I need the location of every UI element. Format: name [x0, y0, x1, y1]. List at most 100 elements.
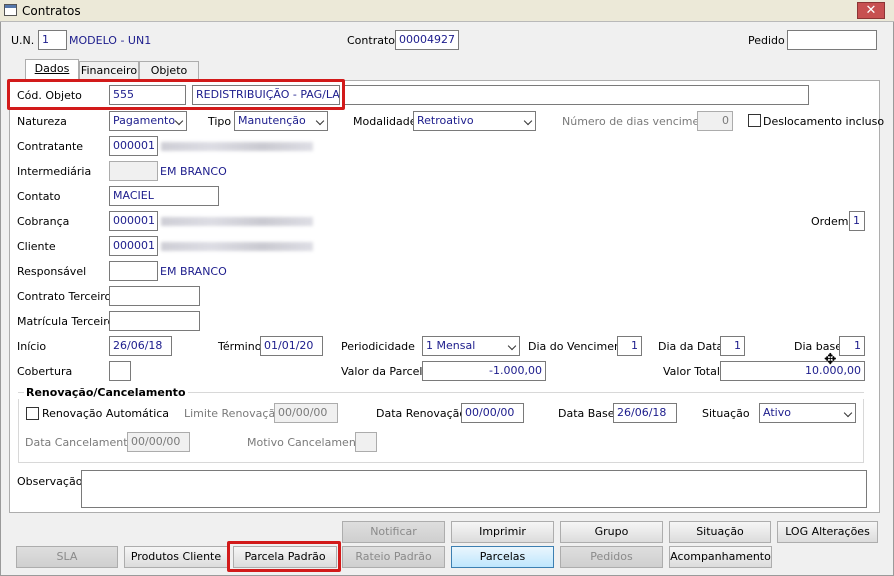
- dia-data-input[interactable]: 1: [720, 336, 745, 356]
- dias-vencimento-label: Número de dias vencimento: [562, 115, 718, 128]
- cobranca-name-redacted: [161, 217, 313, 226]
- dias-vencimento-input: 0: [697, 111, 733, 131]
- chevron-down-icon: [174, 116, 184, 126]
- natureza-label: Natureza: [17, 115, 67, 128]
- title-bar: Contratos ✕: [0, 0, 894, 22]
- responsavel-label: Responsável: [17, 265, 87, 278]
- sla-button[interactable]: SLA: [16, 546, 118, 568]
- dia-vencimento-input[interactable]: 1: [617, 336, 642, 356]
- periodicidade-label: Periodicidade: [341, 340, 415, 353]
- valor-total-input[interactable]: 10.000,00: [720, 361, 865, 381]
- situacao-financeira-button[interactable]: Situação Financeira: [669, 521, 771, 557]
- chevron-down-icon: [507, 341, 517, 351]
- intermediaria-code-input[interactable]: [109, 161, 158, 181]
- produtos-cliente-button[interactable]: Produtos Cliente: [124, 546, 228, 568]
- renovacao-automatica-checkbox[interactable]: [26, 407, 39, 420]
- tipo-select[interactable]: Manutenção: [234, 111, 328, 131]
- ordem-input[interactable]: 1: [849, 211, 865, 231]
- motivo-cancelamento-label: Motivo Cancelamento: [247, 436, 367, 449]
- pedidos-button[interactable]: Pedidos: [560, 546, 663, 568]
- situacao-select[interactable]: Ativo: [759, 403, 856, 423]
- situacao-value: Ativo: [763, 406, 791, 419]
- objeto-extra-field[interactable]: [342, 85, 809, 105]
- periodicidade-value: 1 Mensal: [426, 339, 476, 352]
- highlight-cod-objeto: [7, 79, 345, 110]
- termino-label: Término: [218, 340, 262, 353]
- contrato-terceiro-input[interactable]: [109, 286, 200, 306]
- cobranca-label: Cobrança: [17, 215, 70, 228]
- un-input[interactable]: 1: [38, 30, 67, 50]
- periodicidade-select[interactable]: 1 Mensal: [422, 336, 520, 356]
- termino-input[interactable]: 01/01/20: [260, 336, 323, 356]
- un-name: MODELO - UN1: [69, 34, 152, 47]
- intermediaria-label: Intermediária: [17, 165, 92, 178]
- deslocamento-label: Deslocamento incluso: [763, 115, 885, 128]
- cliente-label: Cliente: [17, 240, 56, 253]
- close-button[interactable]: ✕: [857, 2, 885, 19]
- move-cursor-icon: ✥: [824, 350, 837, 368]
- valor-parcela-input[interactable]: -1.000,00: [422, 361, 546, 381]
- renovacao-title: Renovação/Cancelamento: [24, 386, 188, 400]
- deslocamento-checkbox[interactable]: [748, 114, 761, 127]
- cliente-name-redacted: [161, 242, 313, 251]
- pedido-label: Pedido: [748, 34, 785, 47]
- limite-renovacao-label: Limite Renovação: [184, 407, 282, 420]
- modalidade-label: Modalidade: [353, 115, 417, 128]
- observacao-label: Observação: [17, 475, 83, 488]
- parcelas-button[interactable]: Parcelas: [451, 546, 554, 568]
- contratante-name-redacted: [161, 142, 313, 151]
- renovacao-automatica-label: Renovação Automática: [42, 407, 170, 420]
- observacao-textarea[interactable]: [81, 470, 867, 508]
- acompanhamento-button[interactable]: Acompanhamento: [669, 546, 772, 568]
- cobertura-input[interactable]: [109, 361, 131, 381]
- pedido-input[interactable]: [787, 30, 877, 50]
- tab-dados[interactable]: Dados: [25, 59, 79, 81]
- intermediaria-name: EM BRANCO: [160, 165, 227, 178]
- modalidade-value: Retroativo: [417, 114, 474, 127]
- contrato-label: Contrato: [347, 34, 396, 47]
- ordem-label: Ordem: [811, 215, 849, 228]
- chevron-down-icon: [843, 408, 853, 418]
- dia-base-input[interactable]: 1: [839, 336, 865, 356]
- modalidade-select[interactable]: Retroativo: [413, 111, 536, 131]
- valor-parcela-label: Valor da Parcela: [341, 365, 430, 378]
- highlight-parcela-padrao: [227, 541, 341, 572]
- data-renovacao-label: Data Renovação: [376, 407, 467, 420]
- contratante-code-input[interactable]: 000001: [109, 136, 158, 156]
- data-base-label: Data Base: [558, 407, 615, 420]
- data-base-input[interactable]: 26/06/18: [613, 403, 677, 423]
- natureza-value: Pagamento: [113, 114, 176, 127]
- natureza-select[interactable]: Pagamento: [109, 111, 187, 131]
- situacao-label: Situação: [702, 407, 750, 420]
- tipo-value: Manutenção: [238, 114, 306, 127]
- grupo-button[interactable]: Grupo: [560, 521, 663, 543]
- notificar-button[interactable]: Notificar: [342, 521, 445, 543]
- data-cancelamento-label: Data Cancelamento: [25, 436, 135, 449]
- chevron-down-icon: [315, 116, 325, 126]
- responsavel-name: EM BRANCO: [160, 265, 227, 278]
- contrato-terceiro-label: Contrato Terceiro: [17, 290, 112, 303]
- cliente-code-input[interactable]: 000001: [109, 236, 158, 256]
- contratante-label: Contratante: [17, 140, 84, 153]
- matricula-terceiro-label: Matrícula Terceiro: [17, 315, 115, 328]
- data-cancelamento-input: 00/00/00: [127, 432, 190, 452]
- motivo-cancelamento-input: [355, 432, 377, 452]
- chevron-down-icon: [523, 116, 533, 126]
- inicio-input[interactable]: 26/06/18: [109, 336, 172, 356]
- cobertura-label: Cobertura: [17, 365, 73, 378]
- window-title: Contratos: [22, 4, 81, 18]
- contrato-input[interactable]: 00004927: [395, 30, 459, 50]
- cobranca-code-input[interactable]: 000001: [109, 211, 158, 231]
- data-renovacao-input[interactable]: 00/00/00: [461, 403, 524, 423]
- responsavel-code-input[interactable]: [109, 261, 158, 281]
- tab-objeto[interactable]: Objeto: [139, 61, 199, 81]
- contato-input[interactable]: MACIEL: [109, 186, 219, 206]
- matricula-terceiro-input[interactable]: [109, 311, 200, 331]
- imprimir-button[interactable]: Imprimir: [451, 521, 554, 543]
- tab-financeiro[interactable]: Financeiro: [79, 61, 139, 81]
- tipo-label: Tipo: [208, 115, 232, 128]
- rateio-padrao-button[interactable]: Rateio Padrão: [342, 546, 445, 568]
- dia-data-label: Dia da Data: [658, 340, 724, 353]
- un-label: U.N.: [11, 34, 35, 47]
- log-alteracoes-button[interactable]: LOG Alterações: [777, 521, 878, 543]
